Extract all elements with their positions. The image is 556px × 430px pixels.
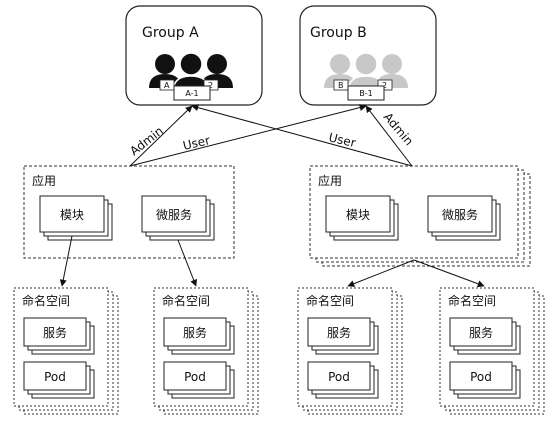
group-a: Group A A 2 A-1: [125, 5, 263, 106]
group-b-tag-main: B-1: [359, 89, 372, 98]
namespace-2-title: 命名空间: [162, 293, 210, 308]
namespace-2: 命名空间 服务 Pod: [153, 287, 259, 415]
app-right-module: 模块: [325, 195, 399, 241]
namespace-4-pod-label: Pod: [470, 370, 492, 384]
group-b-tag-left: B: [338, 81, 344, 90]
label-admin-left: Admin: [127, 124, 166, 159]
namespace-2-pod: Pod: [163, 361, 235, 399]
app-left-title: 应用: [32, 173, 56, 188]
namespace-2-pod-label: Pod: [184, 370, 206, 384]
app-right-service: 微服务: [427, 195, 501, 241]
namespace-1-pod: Pod: [23, 361, 95, 399]
namespace-3-pod: Pod: [307, 361, 379, 399]
label-user-left: User: [182, 133, 212, 153]
group-a-tag-main: A-1: [185, 89, 198, 98]
diagram-canvas: Group A A 2 A-1 Group B B 2 B-1 应用 模块 微服…: [13, 5, 545, 415]
namespace-1-service: 服务: [23, 317, 95, 355]
label-user-right: User: [327, 130, 357, 150]
edge-user-right: [191, 104, 413, 167]
namespace-2-service-label: 服务: [183, 325, 207, 340]
app-left: 应用 模块 微服务: [23, 165, 235, 259]
group-a-tag-left: A: [164, 81, 170, 90]
namespace-1-service-label: 服务: [43, 325, 67, 340]
namespace-2-service: 服务: [163, 317, 235, 355]
namespace-1-title: 命名空间: [22, 293, 70, 308]
app-right-title: 应用: [318, 173, 342, 188]
app-left-service-label: 微服务: [156, 207, 192, 222]
app-left-module-label: 模块: [60, 208, 84, 222]
namespace-3: 命名空间 服务 Pod: [297, 287, 403, 415]
group-a-title: Group A: [142, 25, 199, 41]
group-b: Group B B 2 B-1: [299, 5, 437, 106]
namespace-4-service-label: 服务: [469, 325, 493, 340]
namespace-4-title: 命名空间: [448, 293, 496, 308]
namespace-3-pod-label: Pod: [328, 370, 350, 384]
app-left-module: 模块: [39, 195, 113, 241]
namespace-3-service: 服务: [307, 317, 379, 355]
namespace-3-title: 命名空间: [306, 293, 354, 308]
app-right-service-label: 微服务: [442, 207, 478, 222]
namespace-4-service: 服务: [449, 317, 521, 355]
namespace-4: 命名空间 服务 Pod: [439, 287, 545, 415]
label-admin-right: Admin: [381, 110, 416, 148]
namespace-1-pod-label: Pod: [44, 370, 66, 384]
group-b-title: Group B: [310, 25, 367, 41]
app-right: 应用 模块 微服务: [309, 165, 531, 267]
namespace-4-pod: Pod: [449, 361, 521, 399]
namespace-1: 命名空间 服务 Pod: [13, 287, 119, 415]
app-left-service: 微服务: [141, 195, 215, 241]
namespace-3-service-label: 服务: [327, 325, 351, 340]
app-right-module-label: 模块: [346, 208, 370, 222]
